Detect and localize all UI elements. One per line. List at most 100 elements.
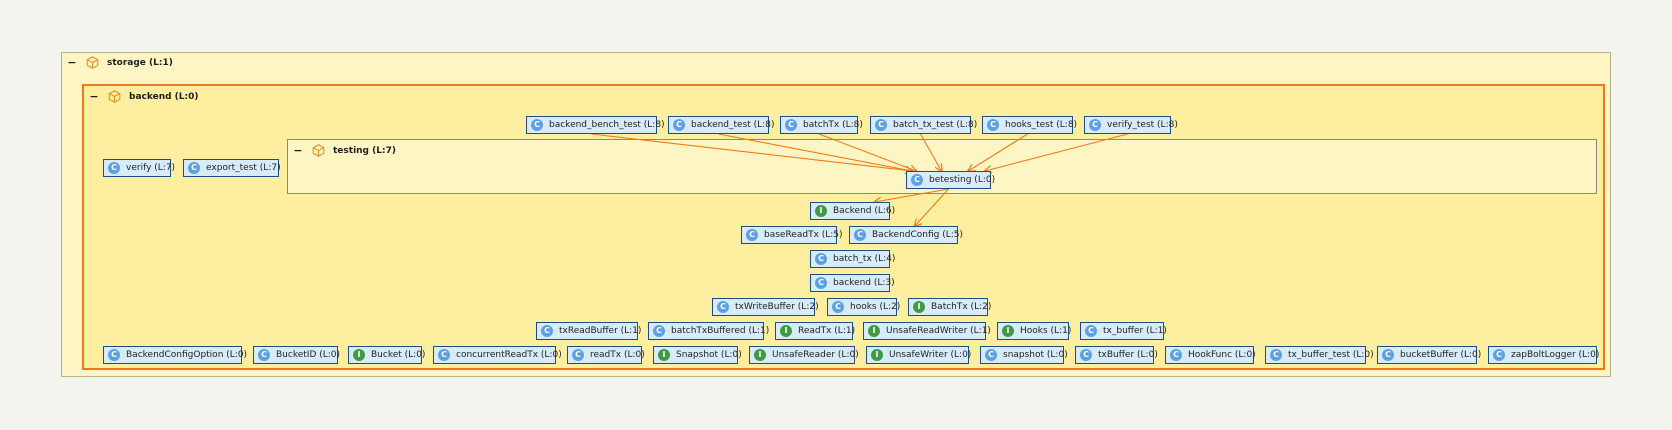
node-label: Backend (L:6) <box>833 206 896 216</box>
node-backendconfigoption[interactable]: C BackendConfigOption (L:0) <box>103 346 247 364</box>
node-batch-tx[interactable]: Cbatch_tx (L:4) <box>810 250 895 268</box>
node-batchtx-file[interactable]: CbatchTx (L:8) <box>780 116 863 134</box>
node-label: BackendConfig (L:5) <box>872 230 964 240</box>
node-label: HookFunc (L:0) <box>1188 350 1256 360</box>
node-label: UnsafeReadWriter (L:1) <box>886 326 991 336</box>
class-icon: C <box>717 301 729 313</box>
node-tx-buffer[interactable]: Ctx_buffer (L:1) <box>1080 322 1167 340</box>
interface-icon: I <box>754 349 766 361</box>
node-label: snapshot (L:0) <box>1003 350 1068 360</box>
node-concurrentreadtx[interactable]: CconcurrentReadTx (L:0) <box>433 346 562 364</box>
class-icon: C <box>911 174 923 186</box>
class-icon: C <box>815 277 827 289</box>
node-label: Hooks (L:1) <box>1020 326 1072 336</box>
class-icon: C <box>531 119 543 131</box>
interface-icon: I <box>871 349 883 361</box>
node-hooks[interactable]: I Hooks (L:1) <box>997 322 1072 340</box>
package-header: − storage (L:1) <box>66 56 172 69</box>
node-label: batchTx (L:8) <box>803 120 863 130</box>
node-label: hooks (L:2) <box>850 302 901 312</box>
node-betesting[interactable]: Cbetesting (L:0) <box>906 171 995 189</box>
package-icon <box>108 90 121 103</box>
class-icon: C <box>1493 349 1505 361</box>
package-header: − backend (L:0) <box>88 90 198 103</box>
node-label: batch_tx_test (L:8) <box>893 120 978 130</box>
class-icon: C <box>875 119 887 131</box>
node-label: tx_buffer (L:1) <box>1103 326 1167 336</box>
node-label: concurrentReadTx (L:0) <box>456 350 562 360</box>
interface-icon: I <box>780 325 792 337</box>
class-icon: C <box>832 301 844 313</box>
node-backend-bench-test[interactable]: Cbackend_bench_test (L:8) <box>526 116 665 134</box>
class-icon: C <box>1089 119 1101 131</box>
class-icon: C <box>1085 325 1097 337</box>
node-backend-file[interactable]: Cbackend (L:3) <box>810 274 895 292</box>
package-icon <box>86 56 99 69</box>
node-txbuffer[interactable]: CtxBuffer (L:0) <box>1075 346 1158 364</box>
node-snapshot[interactable]: I Snapshot (L:0) <box>653 346 742 364</box>
node-txreadbuffer[interactable]: CtxReadBuffer (L:1) <box>536 322 641 340</box>
node-label: txWriteBuffer (L:2) <box>735 302 819 312</box>
node-label: ReadTx (L:1) <box>798 326 856 336</box>
class-icon: C <box>985 349 997 361</box>
class-icon: C <box>653 325 665 337</box>
interface-icon: I <box>815 205 827 217</box>
node-label: BackendConfigOption (L:0) <box>126 350 248 360</box>
node-label: txBuffer (L:0) <box>1098 350 1158 360</box>
node-readtx[interactable]: I ReadTx (L:1) <box>775 322 856 340</box>
node-zapboltlogger[interactable]: CzapBoltLogger (L:0) <box>1488 346 1600 364</box>
class-icon: C <box>108 349 120 361</box>
package-header: − testing (L:7) <box>292 144 396 157</box>
node-export-test[interactable]: Cexport_test (L:7) <box>183 159 281 177</box>
interface-icon: I <box>868 325 880 337</box>
node-verify-test[interactable]: Cverify_test (L:8) <box>1084 116 1178 134</box>
collapse-toggle[interactable]: − <box>292 144 304 157</box>
node-label: batch_tx (L:4) <box>833 254 896 264</box>
class-icon: C <box>673 119 685 131</box>
class-icon: C <box>438 349 450 361</box>
class-icon: C <box>746 229 758 241</box>
node-backend-test[interactable]: Cbackend_test (L:8) <box>668 116 774 134</box>
node-hooks[interactable]: Chooks (L:2) <box>827 298 901 316</box>
node-label: readTx (L:0) <box>590 350 645 360</box>
node-bucketbuffer[interactable]: CbucketBuffer (L:0) <box>1377 346 1481 364</box>
node-label: backend (L:3) <box>833 278 895 288</box>
collapse-toggle[interactable]: − <box>88 90 100 103</box>
class-icon: C <box>108 162 120 174</box>
node-label: UnsafeReader (L:0) <box>772 350 859 360</box>
node-readtx[interactable]: CreadTx (L:0) <box>567 346 645 364</box>
interface-icon: I <box>353 349 365 361</box>
node-bucketid[interactable]: C BucketID (L:0) <box>253 346 340 364</box>
class-icon: C <box>572 349 584 361</box>
node-basereadtx[interactable]: CbaseReadTx (L:5) <box>741 226 843 244</box>
interface-icon: I <box>1002 325 1014 337</box>
node-batchtx[interactable]: I BatchTx (L:2) <box>908 298 991 316</box>
node-bucket[interactable]: I Bucket (L:0) <box>348 346 426 364</box>
node-hooks-test[interactable]: Chooks_test (L:8) <box>982 116 1077 134</box>
node-label: Bucket (L:0) <box>371 350 426 360</box>
node-backendconfig[interactable]: C BackendConfig (L:5) <box>849 226 963 244</box>
node-tx-buffer-test[interactable]: Ctx_buffer_test (L:0) <box>1265 346 1374 364</box>
node-label: backend_test (L:8) <box>691 120 775 130</box>
class-icon: C <box>987 119 999 131</box>
node-label: Snapshot (L:0) <box>676 350 742 360</box>
node-unsafewriter[interactable]: I UnsafeWriter (L:0) <box>866 346 971 364</box>
class-icon: C <box>854 229 866 241</box>
class-icon: C <box>188 162 200 174</box>
node-backend[interactable]: I Backend (L:6) <box>810 202 895 220</box>
node-label: backend_bench_test (L:8) <box>549 120 665 130</box>
node-verify[interactable]: Cverify (L:7) <box>103 159 175 177</box>
interface-icon: I <box>658 349 670 361</box>
node-label: bucketBuffer (L:0) <box>1400 350 1482 360</box>
node-label: zapBoltLogger (L:0) <box>1511 350 1600 360</box>
collapse-toggle[interactable]: − <box>66 56 78 69</box>
class-icon: C <box>258 349 270 361</box>
node-unsafereadwriter[interactable]: I UnsafeReadWriter (L:1) <box>863 322 991 340</box>
class-icon: C <box>1270 349 1282 361</box>
node-snapshot[interactable]: Csnapshot (L:0) <box>980 346 1068 364</box>
node-unsafereader[interactable]: I UnsafeReader (L:0) <box>749 346 859 364</box>
node-txwritebuffer[interactable]: CtxWriteBuffer (L:2) <box>712 298 819 316</box>
node-batchtxbuffered[interactable]: CbatchTxBuffered (L:1) <box>648 322 769 340</box>
node-hookfunc[interactable]: C HookFunc (L:0) <box>1165 346 1256 364</box>
node-batch-tx-test[interactable]: Cbatch_tx_test (L:8) <box>870 116 977 134</box>
